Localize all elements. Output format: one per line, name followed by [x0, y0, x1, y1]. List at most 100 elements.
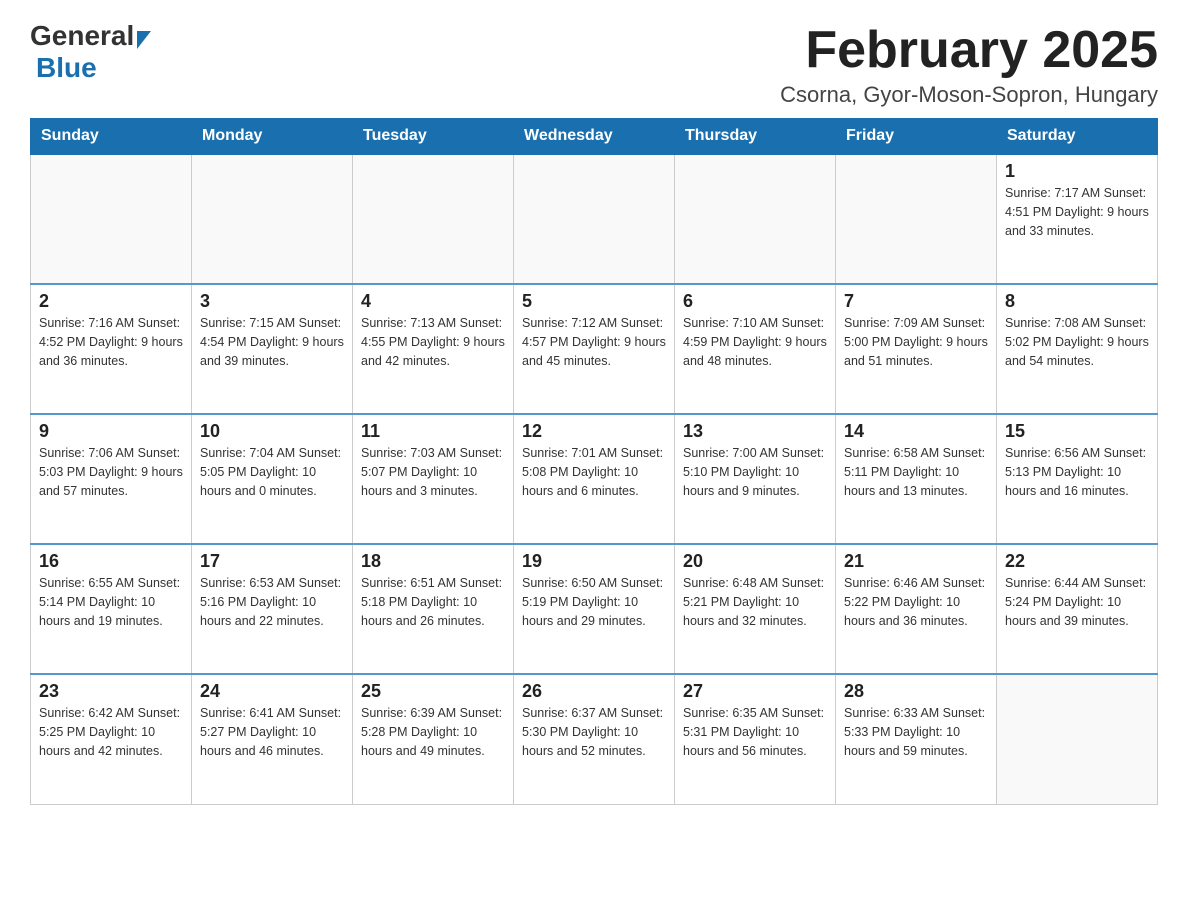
day-info: Sunrise: 7:08 AM Sunset: 5:02 PM Dayligh…: [1005, 314, 1149, 370]
calendar-day-cell: 26Sunrise: 6:37 AM Sunset: 5:30 PM Dayli…: [514, 674, 675, 804]
day-info: Sunrise: 7:01 AM Sunset: 5:08 PM Dayligh…: [522, 444, 666, 500]
calendar-week-row: 23Sunrise: 6:42 AM Sunset: 5:25 PM Dayli…: [31, 674, 1158, 804]
calendar-day-cell: 13Sunrise: 7:00 AM Sunset: 5:10 PM Dayli…: [675, 414, 836, 544]
calendar-day-cell: 9Sunrise: 7:06 AM Sunset: 5:03 PM Daylig…: [31, 414, 192, 544]
day-info: Sunrise: 6:58 AM Sunset: 5:11 PM Dayligh…: [844, 444, 988, 500]
day-number: 9: [39, 421, 183, 442]
logo: General Blue: [30, 20, 151, 84]
day-header-saturday: Saturday: [997, 119, 1158, 155]
day-number: 2: [39, 291, 183, 312]
day-number: 15: [1005, 421, 1149, 442]
day-number: 17: [200, 551, 344, 572]
calendar-day-cell: 23Sunrise: 6:42 AM Sunset: 5:25 PM Dayli…: [31, 674, 192, 804]
logo-general-text: General: [30, 20, 134, 52]
calendar-day-cell: 7Sunrise: 7:09 AM Sunset: 5:00 PM Daylig…: [836, 284, 997, 414]
day-number: 8: [1005, 291, 1149, 312]
day-info: Sunrise: 7:09 AM Sunset: 5:00 PM Dayligh…: [844, 314, 988, 370]
day-number: 28: [844, 681, 988, 702]
calendar-day-cell: 15Sunrise: 6:56 AM Sunset: 5:13 PM Dayli…: [997, 414, 1158, 544]
day-header-thursday: Thursday: [675, 119, 836, 155]
calendar-day-cell: [997, 674, 1158, 804]
calendar-day-cell: [836, 154, 997, 284]
calendar-week-row: 1Sunrise: 7:17 AM Sunset: 4:51 PM Daylig…: [31, 154, 1158, 284]
day-info: Sunrise: 6:33 AM Sunset: 5:33 PM Dayligh…: [844, 704, 988, 760]
day-number: 19: [522, 551, 666, 572]
day-header-tuesday: Tuesday: [353, 119, 514, 155]
calendar-day-cell: 10Sunrise: 7:04 AM Sunset: 5:05 PM Dayli…: [192, 414, 353, 544]
calendar-day-cell: 25Sunrise: 6:39 AM Sunset: 5:28 PM Dayli…: [353, 674, 514, 804]
day-info: Sunrise: 6:48 AM Sunset: 5:21 PM Dayligh…: [683, 574, 827, 630]
calendar-day-cell: 14Sunrise: 6:58 AM Sunset: 5:11 PM Dayli…: [836, 414, 997, 544]
day-header-sunday: Sunday: [31, 119, 192, 155]
calendar-day-cell: 20Sunrise: 6:48 AM Sunset: 5:21 PM Dayli…: [675, 544, 836, 674]
day-number: 23: [39, 681, 183, 702]
day-info: Sunrise: 7:04 AM Sunset: 5:05 PM Dayligh…: [200, 444, 344, 500]
day-number: 24: [200, 681, 344, 702]
day-info: Sunrise: 6:46 AM Sunset: 5:22 PM Dayligh…: [844, 574, 988, 630]
calendar-day-cell: 11Sunrise: 7:03 AM Sunset: 5:07 PM Dayli…: [353, 414, 514, 544]
calendar-day-cell: [192, 154, 353, 284]
day-info: Sunrise: 6:35 AM Sunset: 5:31 PM Dayligh…: [683, 704, 827, 760]
day-number: 13: [683, 421, 827, 442]
calendar-day-cell: [514, 154, 675, 284]
day-number: 4: [361, 291, 505, 312]
day-info: Sunrise: 7:10 AM Sunset: 4:59 PM Dayligh…: [683, 314, 827, 370]
day-info: Sunrise: 7:12 AM Sunset: 4:57 PM Dayligh…: [522, 314, 666, 370]
day-number: 26: [522, 681, 666, 702]
day-info: Sunrise: 6:55 AM Sunset: 5:14 PM Dayligh…: [39, 574, 183, 630]
calendar-day-cell: 18Sunrise: 6:51 AM Sunset: 5:18 PM Dayli…: [353, 544, 514, 674]
day-info: Sunrise: 7:06 AM Sunset: 5:03 PM Dayligh…: [39, 444, 183, 500]
calendar-day-cell: 4Sunrise: 7:13 AM Sunset: 4:55 PM Daylig…: [353, 284, 514, 414]
calendar-day-cell: 3Sunrise: 7:15 AM Sunset: 4:54 PM Daylig…: [192, 284, 353, 414]
calendar-day-cell: 8Sunrise: 7:08 AM Sunset: 5:02 PM Daylig…: [997, 284, 1158, 414]
day-number: 25: [361, 681, 505, 702]
day-header-monday: Monday: [192, 119, 353, 155]
calendar-header-row: SundayMondayTuesdayWednesdayThursdayFrid…: [31, 119, 1158, 155]
title-area: February 2025 Csorna, Gyor-Moson-Sopron,…: [780, 20, 1158, 108]
day-info: Sunrise: 6:42 AM Sunset: 5:25 PM Dayligh…: [39, 704, 183, 760]
logo-triangle-icon: [137, 31, 151, 49]
day-info: Sunrise: 7:03 AM Sunset: 5:07 PM Dayligh…: [361, 444, 505, 500]
month-title: February 2025: [780, 20, 1158, 80]
day-number: 11: [361, 421, 505, 442]
day-header-friday: Friday: [836, 119, 997, 155]
day-number: 14: [844, 421, 988, 442]
calendar-day-cell: 22Sunrise: 6:44 AM Sunset: 5:24 PM Dayli…: [997, 544, 1158, 674]
calendar-week-row: 2Sunrise: 7:16 AM Sunset: 4:52 PM Daylig…: [31, 284, 1158, 414]
day-info: Sunrise: 7:15 AM Sunset: 4:54 PM Dayligh…: [200, 314, 344, 370]
location-title: Csorna, Gyor-Moson-Sopron, Hungary: [780, 82, 1158, 108]
calendar-day-cell: [675, 154, 836, 284]
day-number: 10: [200, 421, 344, 442]
day-info: Sunrise: 7:16 AM Sunset: 4:52 PM Dayligh…: [39, 314, 183, 370]
calendar-day-cell: [31, 154, 192, 284]
calendar-day-cell: 2Sunrise: 7:16 AM Sunset: 4:52 PM Daylig…: [31, 284, 192, 414]
day-info: Sunrise: 6:44 AM Sunset: 5:24 PM Dayligh…: [1005, 574, 1149, 630]
calendar-day-cell: 12Sunrise: 7:01 AM Sunset: 5:08 PM Dayli…: [514, 414, 675, 544]
calendar-day-cell: 19Sunrise: 6:50 AM Sunset: 5:19 PM Dayli…: [514, 544, 675, 674]
day-info: Sunrise: 6:41 AM Sunset: 5:27 PM Dayligh…: [200, 704, 344, 760]
day-number: 1: [1005, 161, 1149, 182]
calendar-table: SundayMondayTuesdayWednesdayThursdayFrid…: [30, 118, 1158, 805]
calendar-day-cell: 27Sunrise: 6:35 AM Sunset: 5:31 PM Dayli…: [675, 674, 836, 804]
day-info: Sunrise: 7:00 AM Sunset: 5:10 PM Dayligh…: [683, 444, 827, 500]
day-number: 18: [361, 551, 505, 572]
day-info: Sunrise: 6:51 AM Sunset: 5:18 PM Dayligh…: [361, 574, 505, 630]
page-header: General Blue February 2025 Csorna, Gyor-…: [30, 20, 1158, 108]
day-info: Sunrise: 6:37 AM Sunset: 5:30 PM Dayligh…: [522, 704, 666, 760]
calendar-day-cell: [353, 154, 514, 284]
calendar-day-cell: 1Sunrise: 7:17 AM Sunset: 4:51 PM Daylig…: [997, 154, 1158, 284]
calendar-day-cell: 6Sunrise: 7:10 AM Sunset: 4:59 PM Daylig…: [675, 284, 836, 414]
day-info: Sunrise: 6:56 AM Sunset: 5:13 PM Dayligh…: [1005, 444, 1149, 500]
day-number: 5: [522, 291, 666, 312]
day-number: 6: [683, 291, 827, 312]
day-info: Sunrise: 6:50 AM Sunset: 5:19 PM Dayligh…: [522, 574, 666, 630]
calendar-day-cell: 24Sunrise: 6:41 AM Sunset: 5:27 PM Dayli…: [192, 674, 353, 804]
day-info: Sunrise: 6:39 AM Sunset: 5:28 PM Dayligh…: [361, 704, 505, 760]
calendar-day-cell: 17Sunrise: 6:53 AM Sunset: 5:16 PM Dayli…: [192, 544, 353, 674]
calendar-day-cell: 21Sunrise: 6:46 AM Sunset: 5:22 PM Dayli…: [836, 544, 997, 674]
calendar-day-cell: 16Sunrise: 6:55 AM Sunset: 5:14 PM Dayli…: [31, 544, 192, 674]
day-number: 27: [683, 681, 827, 702]
day-header-wednesday: Wednesday: [514, 119, 675, 155]
day-number: 3: [200, 291, 344, 312]
day-number: 21: [844, 551, 988, 572]
